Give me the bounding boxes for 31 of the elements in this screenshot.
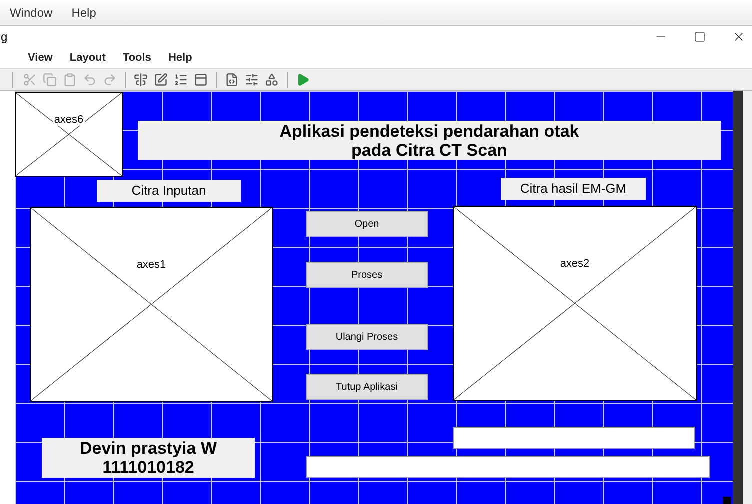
scrollbar[interactable] (733, 91, 752, 504)
menu-item[interactable]: Help (72, 4, 96, 22)
axes-label: axes1 (136, 260, 168, 272)
axes-label: axes2 (559, 259, 591, 270)
edit-field[interactable] (453, 427, 695, 449)
align-icon[interactable] (134, 72, 148, 86)
menu-item[interactable]: Layout (70, 50, 106, 66)
edit-field[interactable] (306, 456, 710, 478)
static-text: Devin prastyia W 1111010182 (42, 438, 255, 478)
shapes-icon[interactable] (265, 72, 279, 86)
menu-item[interactable]: Help (168, 50, 192, 66)
push-button[interactable]: Proses (306, 262, 428, 288)
axes-label: axes6 (53, 115, 85, 126)
file-code-icon[interactable] (225, 72, 239, 86)
play-icon[interactable] (296, 72, 310, 86)
maximize-icon[interactable] (694, 31, 706, 43)
window-title: g (1, 29, 8, 46)
static-text: Aplikasi pendeteksi pendarahan otak pada Citra CT Scan (138, 121, 721, 160)
resize-handle[interactable] (723, 497, 731, 504)
push-button[interactable]: Tutup Aplikasi (306, 374, 428, 400)
menu-item[interactable]: View (28, 50, 53, 66)
static-text: Citra hasil EM-GM (501, 178, 646, 200)
toolbar-icon[interactable] (194, 72, 208, 86)
static-text: Citra Inputan (97, 180, 241, 202)
list-icon[interactable] (174, 72, 188, 86)
menu-item[interactable]: Tools (122, 50, 152, 66)
sliders-icon[interactable] (245, 72, 259, 86)
push-button[interactable]: Ulangi Proses (306, 324, 428, 350)
edit-icon[interactable] (154, 72, 168, 86)
push-button[interactable]: Open (306, 211, 428, 237)
menu-item[interactable]: Window (10, 4, 53, 22)
